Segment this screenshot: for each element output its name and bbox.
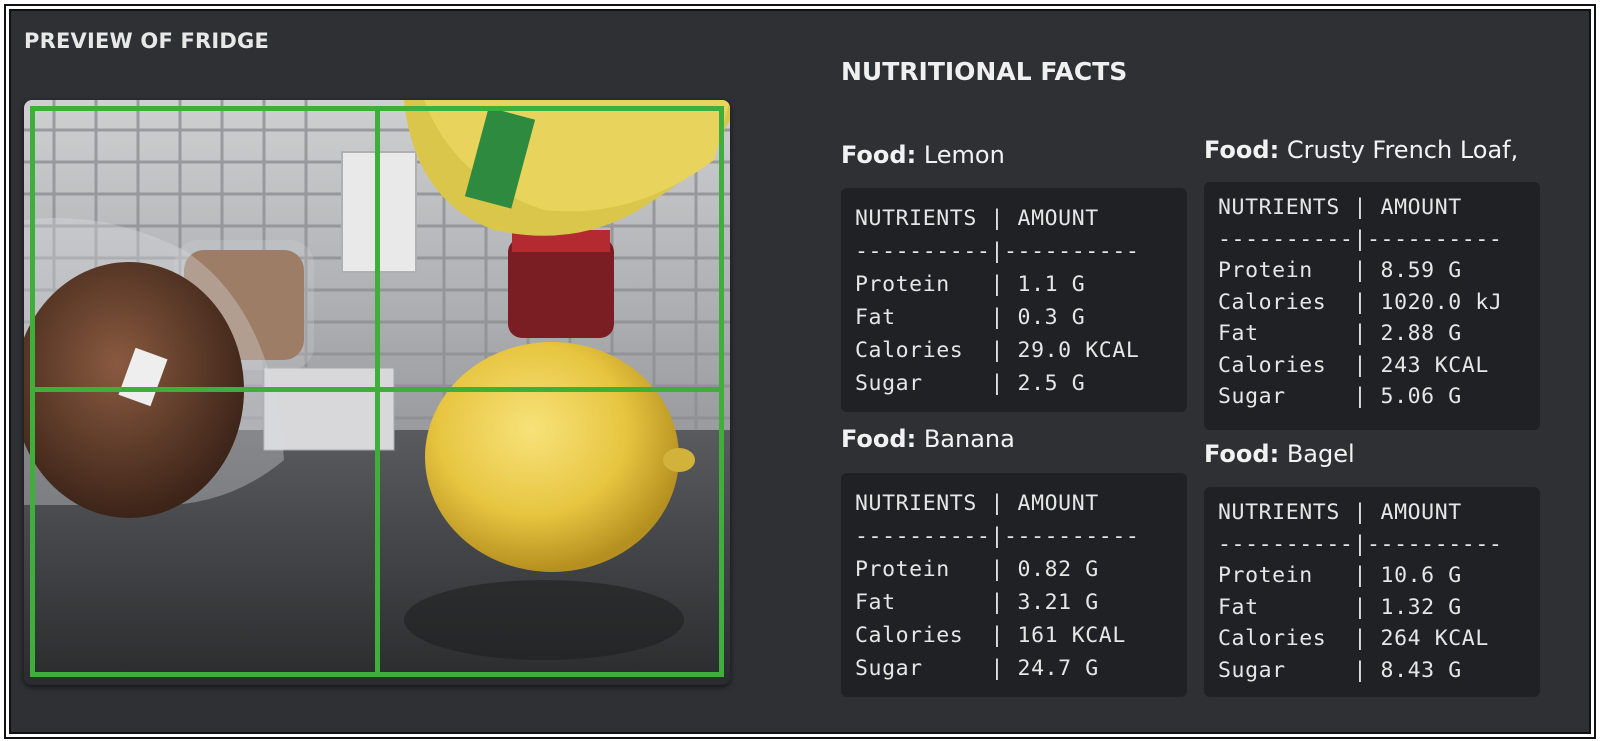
table-line: ----------|---------- bbox=[855, 239, 1140, 264]
food-name: Crusty French Loaf, bbox=[1286, 136, 1519, 164]
table-line: Sugar | 24.7 G bbox=[855, 656, 1099, 681]
nutritional-facts-title: NUTRITIONAL FACTS bbox=[841, 57, 1128, 86]
table-line: NUTRIENTS | AMOUNT bbox=[1218, 195, 1462, 220]
table-line: Sugar | 5.06 G bbox=[1218, 384, 1462, 409]
table-line: Fat | 0.3 G bbox=[855, 305, 1086, 330]
table-line: Calories | 29.0 KCAL bbox=[855, 338, 1140, 363]
table-line: Protein | 8.59 G bbox=[1218, 258, 1462, 283]
table-line: ----------|---------- bbox=[1218, 226, 1503, 252]
table-line: ----------|---------- bbox=[1218, 531, 1503, 557]
nutrition-table-bagel: NUTRIENTS | AMOUNT ----------|----------… bbox=[1204, 487, 1540, 697]
food-prefix: Food: bbox=[1204, 136, 1280, 164]
table-line: Sugar | 2.5 G bbox=[855, 371, 1086, 396]
table-line: Protein | 10.6 G bbox=[1218, 563, 1462, 588]
food-name: Bagel bbox=[1286, 440, 1355, 468]
table-line: Calories | 161 KCAL bbox=[855, 623, 1126, 648]
table-line: ----------|---------- bbox=[855, 524, 1140, 549]
table-line: Calories | 1020.0 kJ bbox=[1218, 289, 1503, 315]
table-line: Fat | 1.32 G bbox=[1218, 594, 1462, 620]
food-label-banana: Food: Banana bbox=[841, 425, 1015, 453]
preview-title: PREVIEW OF FRIDGE bbox=[24, 29, 270, 53]
nutrition-table-lemon: NUTRIENTS | AMOUNT ----------|----------… bbox=[841, 188, 1187, 412]
outer-frame: PREVIEW OF FRIDGE NUTRITIONAL FACTS Food… bbox=[4, 4, 1596, 739]
fridge-camera-preview bbox=[24, 100, 730, 685]
food-prefix: Food: bbox=[841, 425, 917, 453]
food-name: Lemon bbox=[923, 141, 1005, 169]
table-line: NUTRIENTS | AMOUNT bbox=[1218, 500, 1462, 525]
table-line: Fat | 3.21 G bbox=[855, 590, 1099, 615]
table-line: Protein | 0.82 G bbox=[855, 557, 1099, 582]
app-panel: PREVIEW OF FRIDGE NUTRITIONAL FACTS Food… bbox=[9, 9, 1591, 734]
table-line: Calories | 264 KCAL bbox=[1218, 626, 1489, 651]
food-name: Banana bbox=[923, 425, 1015, 453]
table-line: NUTRIENTS | AMOUNT bbox=[855, 491, 1099, 516]
food-label-bagel: Food: Bagel bbox=[1204, 440, 1355, 468]
table-line: NUTRIENTS | AMOUNT bbox=[855, 206, 1099, 231]
food-label-french-loaf: Food: Crusty French Loaf, bbox=[1204, 136, 1518, 164]
food-label-lemon: Food: Lemon bbox=[841, 141, 1005, 169]
nutrition-table-french-loaf: NUTRIENTS | AMOUNT ----------|----------… bbox=[1204, 182, 1540, 430]
table-line: Sugar | 8.43 G bbox=[1218, 657, 1462, 683]
grid-line-horizontal-mid bbox=[30, 387, 724, 392]
food-prefix: Food: bbox=[841, 141, 917, 169]
table-line: Calories | 243 KCAL bbox=[1218, 352, 1489, 378]
food-prefix: Food: bbox=[1204, 440, 1280, 468]
table-line: Fat | 2.88 G bbox=[1218, 321, 1462, 346]
table-line: Protein | 1.1 G bbox=[855, 272, 1086, 297]
nutrition-table-banana: NUTRIENTS | AMOUNT ----------|----------… bbox=[841, 473, 1187, 697]
